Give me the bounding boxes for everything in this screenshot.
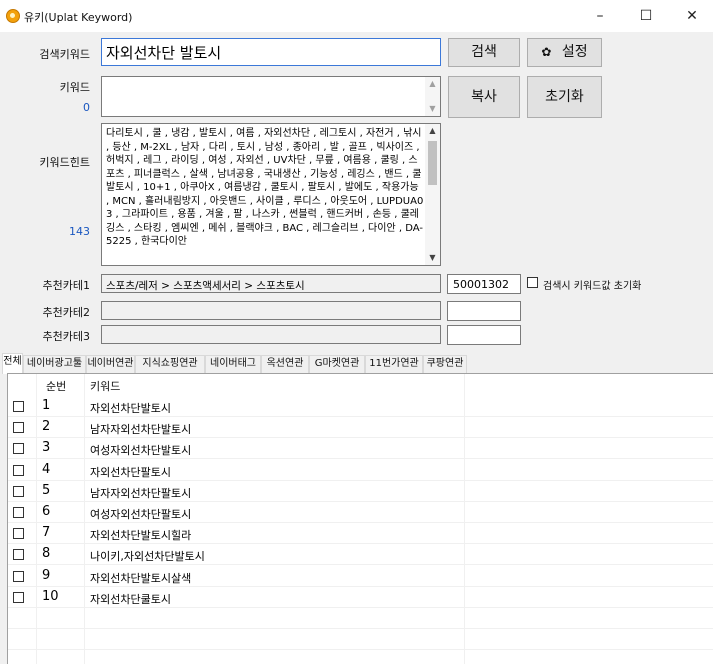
- row-checkbox[interactable]: [13, 464, 24, 476]
- keyword-hint-text: 다리토시 , 쿨 , 냉감 , 발토시 , 여름 , 자외선차단 , 레그토시 …: [106, 128, 424, 247]
- column-header-keyword[interactable]: 키워드: [90, 378, 120, 394]
- row-number: 9: [42, 567, 51, 583]
- column-header-number[interactable]: 순번: [46, 378, 66, 394]
- category-1-code[interactable]: 50001302: [447, 274, 521, 294]
- row-number: 10: [42, 588, 59, 604]
- minimize-button[interactable]: –: [577, 0, 623, 32]
- row-checkbox[interactable]: [13, 591, 24, 603]
- keyword-hint-count: 143: [69, 225, 90, 238]
- search-keyword-label: 검색키워드: [39, 48, 90, 61]
- tab-coupang-related[interactable]: 쿠팡연관: [423, 355, 467, 373]
- row-keyword: 자외선차단발토시힐라: [90, 529, 192, 543]
- maximize-button[interactable]: ☐: [623, 0, 669, 32]
- empty-table-row: [8, 608, 713, 629]
- gear-icon: ✿: [541, 45, 552, 59]
- table-row[interactable]: 5 남자자외선차단팔토시: [8, 481, 713, 502]
- row-number: 2: [42, 419, 51, 435]
- search-button[interactable]: 검색: [448, 38, 520, 67]
- main-panel: 검색키워드 자외선차단 발토시 검색 ✿ 설정 키워드 0 ▲ ▼ 복사 초기화…: [0, 32, 713, 664]
- row-checkbox[interactable]: [13, 485, 24, 497]
- row-checkbox[interactable]: [13, 528, 24, 540]
- category-2-label: 추천카테2: [42, 306, 90, 319]
- row-number: 8: [42, 546, 51, 562]
- scroll-thumb[interactable]: [428, 141, 437, 185]
- reset-on-search-checkbox[interactable]: [527, 277, 538, 288]
- row-checkbox[interactable]: [13, 401, 24, 412]
- row-keyword: 자외선차단발토시살색: [90, 571, 192, 585]
- row-keyword: 남자자외선차단팔토시: [90, 486, 192, 500]
- row-number: 4: [42, 461, 51, 477]
- category-3-label: 추천카테3: [42, 330, 90, 343]
- tab-naver-ad-tool[interactable]: 네이버광고툴: [23, 355, 86, 373]
- table-row[interactable]: 6 여성자외선차단팔토시: [8, 502, 713, 523]
- scroll-down-icon[interactable]: ▼: [425, 251, 440, 265]
- table-header: 순번 키워드: [8, 374, 713, 396]
- row-keyword: 여성자외선차단발토시: [90, 444, 192, 458]
- keyword-hint-textarea[interactable]: 다리토시 , 쿨 , 냉감 , 발토시 , 여름 , 자외선차단 , 레그토시 …: [101, 123, 441, 266]
- scroll-down-icon[interactable]: ▼: [425, 102, 440, 116]
- keyword-textarea[interactable]: ▲ ▼: [101, 76, 441, 117]
- row-checkbox[interactable]: [13, 570, 24, 582]
- search-keyword-input[interactable]: 자외선차단 발토시: [101, 38, 441, 66]
- reset-button[interactable]: 초기화: [527, 76, 602, 118]
- table-row[interactable]: 7 자외선차단발토시힐라: [8, 523, 713, 545]
- row-keyword: 자외선차단발토시: [90, 402, 171, 415]
- row-number: 7: [42, 525, 51, 541]
- empty-table-row: [8, 650, 713, 664]
- tab-11st-related[interactable]: 11번가연관: [365, 355, 423, 373]
- keyword-label: 키워드: [59, 81, 90, 94]
- tab-gmarket-related[interactable]: G마켓연관: [309, 355, 365, 373]
- table-row[interactable]: 9 자외선차단발토시살색: [8, 566, 713, 587]
- row-keyword: 나이키,자외선차단발토시: [90, 550, 205, 564]
- category-3-path: [101, 325, 441, 344]
- app-logo-icon: [6, 9, 20, 23]
- row-keyword: 남자자외선차단발토시: [90, 423, 192, 437]
- row-keyword: 여성자외선차단팔토시: [90, 508, 192, 521]
- tab-auction-related[interactable]: 옥션연관: [261, 355, 309, 373]
- tab-all[interactable]: 전체: [2, 353, 23, 374]
- title-bar: 유키(Uplat Keyword) – ☐ ✕: [0, 0, 713, 32]
- tab-naver-tag[interactable]: 네이버태그: [205, 355, 261, 373]
- category-2-code[interactable]: [447, 301, 521, 321]
- copy-button[interactable]: 복사: [448, 76, 520, 118]
- window-title: 유키(Uplat Keyword): [24, 11, 133, 24]
- row-number: 3: [42, 440, 51, 456]
- settings-button[interactable]: ✿ 설정: [527, 38, 602, 67]
- table-row[interactable]: 8 나이키,자외선차단발토시: [8, 544, 713, 566]
- row-checkbox[interactable]: [13, 507, 24, 518]
- category-1-path: 스포츠/레저 > 스포츠액세서리 > 스포츠토시: [101, 274, 441, 293]
- row-number: 1: [42, 398, 51, 413]
- settings-button-label: 설정: [561, 44, 588, 60]
- keyword-scrollbar[interactable]: ▲ ▼: [425, 77, 440, 116]
- tab-naver-related[interactable]: 네이버연관: [86, 355, 135, 373]
- keyword-hint-label: 키워드힌트: [39, 156, 90, 169]
- empty-table-row: [8, 629, 713, 651]
- row-number: 6: [42, 504, 51, 519]
- category-2-path: [101, 301, 441, 320]
- table-row[interactable]: 4 자외선차단팔토시: [8, 460, 713, 481]
- row-checkbox[interactable]: [13, 422, 24, 434]
- source-tabs: 전체 네이버광고툴 네이버연관 지식쇼핑연관 네이버태그 옥션연관 G마켓연관 …: [0, 353, 713, 374]
- table-row[interactable]: 3 여성자외선차단발토시: [8, 438, 713, 460]
- row-checkbox[interactable]: [13, 443, 24, 455]
- tab-shopping-related[interactable]: 지식쇼핑연관: [135, 355, 205, 373]
- keyword-count: 0: [83, 101, 90, 114]
- keyword-table: 순번 키워드 1 자외선차단발토시 2 남자자외선차단발토시 3 여성자외선차단발토시 4 자…: [7, 373, 713, 664]
- row-keyword: 자외선차단팔토시: [90, 465, 171, 479]
- table-row[interactable]: 10 자외선차단쿨토시: [8, 587, 713, 608]
- table-row[interactable]: 2 남자자외선차단발토시: [8, 417, 713, 439]
- row-number: 5: [42, 482, 51, 498]
- hint-scrollbar[interactable]: ▲ ▼: [425, 124, 440, 265]
- category-1-label: 추천카테1: [42, 279, 90, 292]
- table-row[interactable]: 1 자외선차단발토시: [8, 396, 713, 417]
- row-keyword: 자외선차단쿨토시: [90, 592, 171, 606]
- scroll-up-icon[interactable]: ▲: [425, 77, 440, 91]
- category-3-code[interactable]: [447, 325, 521, 345]
- scroll-up-icon[interactable]: ▲: [425, 124, 440, 138]
- reset-on-search-label: 검색시 키워드값 초기화: [543, 281, 642, 292]
- row-checkbox[interactable]: [13, 549, 24, 561]
- close-button[interactable]: ✕: [669, 0, 713, 32]
